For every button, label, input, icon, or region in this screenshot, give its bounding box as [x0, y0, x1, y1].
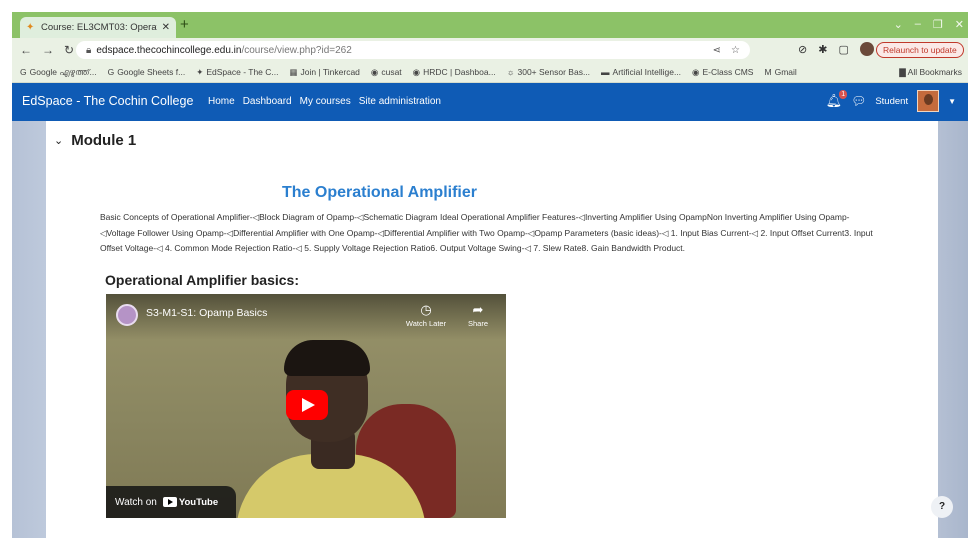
side-panel-icon[interactable]: ▢	[838, 43, 848, 56]
clock-icon: ◷	[420, 302, 432, 317]
tab-strip: ✦ Course: EL3CMT03: Operati... ✕ + ⌄ – ❐…	[12, 12, 968, 38]
moodle-icon: ✦	[196, 66, 204, 77]
window-controls: ⌄ – ❐ ✕	[894, 18, 964, 31]
video-title[interactable]: S3-M1-S1: Opamp Basics	[146, 307, 267, 319]
share-label: Share	[467, 319, 488, 328]
help-button[interactable]: ?	[931, 496, 953, 518]
nav-site-administration[interactable]: Site administration	[359, 96, 441, 107]
notification-badge: 1	[839, 90, 848, 99]
relaunch-button[interactable]: Relaunch to update	[876, 42, 964, 58]
site-brand[interactable]: EdSpace - The Cochin College	[22, 94, 193, 108]
bookmark-item[interactable]: G Google Sheets f...	[108, 67, 186, 77]
section-description: Basic Concepts of Operational Amplifier-…	[100, 212, 873, 253]
share-arrow-icon: ➦	[472, 302, 484, 317]
bookmark-item[interactable]: M Gmail	[764, 67, 796, 77]
site-info-icon[interactable]: 🔒︎	[86, 45, 91, 56]
channel-avatar-icon[interactable]	[116, 304, 138, 326]
section-heading: The Operational Amplifier	[282, 184, 477, 201]
back-icon[interactable]: ←	[20, 43, 32, 57]
google-icon: G	[107, 67, 115, 77]
youtube-play-icon	[162, 497, 177, 507]
nav-dashboard[interactable]: Dashboard	[243, 96, 292, 107]
new-tab-button[interactable]: +	[180, 17, 189, 33]
ai-icon: ▬	[601, 67, 610, 77]
nav-home[interactable]: Home	[208, 96, 235, 107]
primary-nav: Home Dashboard My courses Site administr…	[208, 96, 441, 107]
close-window-icon[interactable]: ✕	[955, 18, 964, 31]
reload-icon[interactable]: ↻	[64, 43, 74, 57]
watch-on-label: Watch on	[115, 496, 157, 508]
bookmark-item[interactable]: ◉ cusat	[371, 67, 402, 78]
tab-search-icon[interactable]: ⌄	[894, 18, 903, 31]
restore-icon[interactable]: ❐	[933, 18, 943, 31]
user-name[interactable]: Student	[875, 96, 908, 107]
watch-later-button[interactable]: ◷ Watch Later	[402, 302, 450, 329]
gmail-icon: M	[764, 67, 772, 77]
watch-on-youtube-button[interactable]: Watch on YouTube	[106, 486, 236, 518]
address-bar[interactable]: 🔒︎ edspace.thecochincollege.edu.in/cours…	[76, 41, 750, 59]
extensions-puzzle-icon[interactable]: ✱	[818, 43, 827, 56]
messages-icon[interactable]: 💬︎	[851, 94, 866, 108]
bookmark-item[interactable]: ▬ Artificial Intellige...	[601, 67, 681, 77]
bookmark-item[interactable]: ✦ EdSpace - The C...	[196, 67, 278, 78]
url-host: edspace.thecochincollege.edu.in	[96, 44, 242, 56]
bookmark-item[interactable]: ▦ Join | Tinkercad	[290, 67, 360, 78]
bookmark-item[interactable]: ◉ HRDC | Dashboa...	[413, 67, 496, 78]
profile-avatar[interactable]	[859, 42, 874, 56]
extension-icon[interactable]: ⊘	[798, 43, 807, 56]
watch-later-label: Watch Later	[405, 319, 447, 328]
all-bookmarks-button[interactable]: ▇ All Bookmarks	[893, 67, 962, 78]
bookmark-star-icon[interactable]: ☆	[731, 45, 740, 56]
share-page-icon[interactable]: ⋖	[713, 45, 721, 56]
site-navbar: EdSpace - The Cochin College Home Dashbo…	[12, 83, 968, 121]
extension-icons: ⊘ ✱ ▢	[798, 42, 874, 56]
browser-toolbar: ← → ↻ 🔒︎ edspace.thecochincollege.edu.in…	[12, 38, 968, 62]
minimize-icon[interactable]: –	[915, 18, 921, 31]
tab-active[interactable]: ✦ Course: EL3CMT03: Operati... ✕	[20, 17, 176, 38]
nav-my-courses[interactable]: My courses	[300, 96, 351, 107]
chevron-down-icon[interactable]: ▼	[948, 97, 956, 106]
share-button[interactable]: ➦ Share	[460, 302, 496, 329]
avatar[interactable]	[917, 90, 940, 112]
tinkercad-icon: ▦	[289, 66, 298, 77]
video-heading: Operational Amplifier basics:	[105, 272, 299, 288]
youtube-wordmark: YouTube	[178, 496, 219, 508]
bookmarks-bar: G Google എഴുത്ത്... G Google Sheets f... ✦…	[12, 62, 968, 83]
chevron-down-icon[interactable]: ⌄	[54, 134, 63, 147]
play-button[interactable]	[286, 390, 328, 420]
globe-icon: ◉	[412, 66, 421, 77]
module-header[interactable]: ⌄ Module 1	[54, 132, 136, 149]
bookmark-item[interactable]: ☼ 300+ Sensor Bas...	[507, 67, 590, 77]
bookmark-item[interactable]: G Google എഴുത്ത്...	[20, 67, 97, 78]
globe-icon: ◉	[692, 66, 700, 77]
youtube-video-embed[interactable]: S3-M1-S1: Opamp Basics ◷ Watch Later ➦ S…	[106, 294, 506, 518]
tab-title: Course: EL3CMT03: Operati...	[41, 22, 157, 33]
bookmark-item[interactable]: ◉ E-Class CMS	[692, 67, 753, 78]
video-person-hair	[284, 340, 370, 376]
forward-icon[interactable]: →	[42, 43, 54, 57]
youtube-logo: YouTube	[162, 496, 219, 508]
module-title: Module 1	[71, 132, 137, 149]
folder-icon: ▇	[899, 67, 908, 77]
moodle-favicon-icon: ✦	[26, 21, 35, 33]
url-path: /course/view.php?id=262	[241, 44, 352, 56]
user-menu-area: 🔔︎ 1 💬︎ Student ▼	[826, 90, 956, 112]
google-icon: G	[20, 67, 27, 77]
globe-icon: ◉	[370, 66, 379, 77]
notifications-bell-icon[interactable]: 🔔︎ 1	[826, 90, 848, 109]
tab-close-icon[interactable]: ✕	[162, 22, 170, 33]
sensor-icon: ☼	[506, 67, 515, 77]
